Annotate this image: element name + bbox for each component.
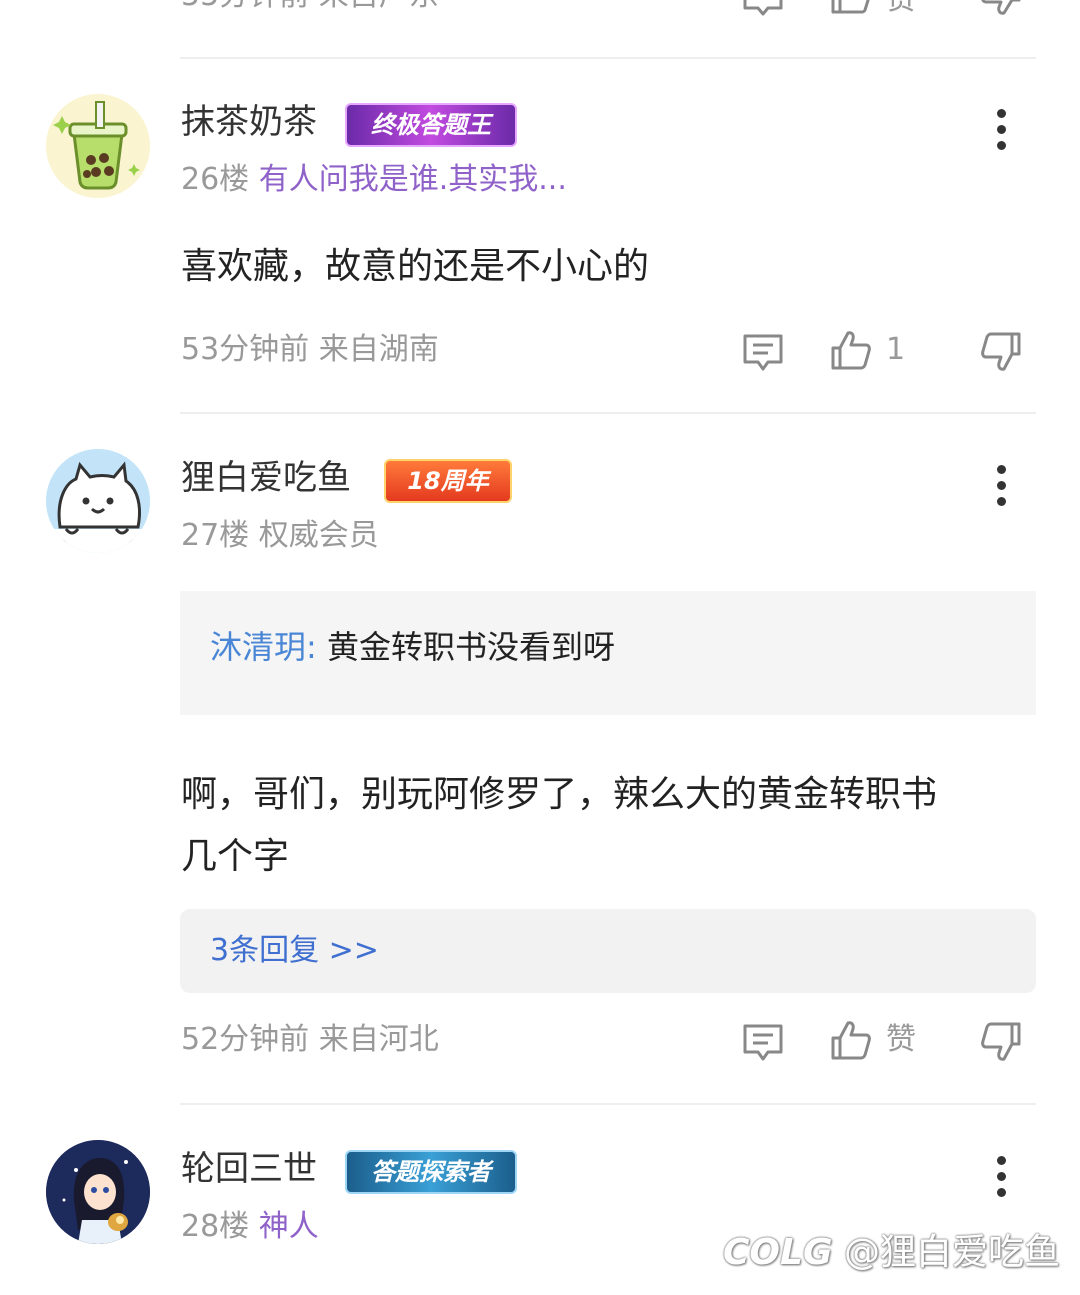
user-badge: 18周年 — [384, 459, 512, 503]
thumbs-down-icon[interactable] — [980, 0, 1022, 16]
divider — [180, 1103, 1036, 1105]
quoted-username[interactable]: 沐清玥: — [210, 628, 317, 666]
thumbs-down-icon[interactable] — [980, 332, 1022, 372]
thumbs-up-icon[interactable] — [830, 0, 872, 14]
post-meta: 53分钟前 来自湖南 — [181, 332, 439, 367]
thumbs-down-icon[interactable] — [980, 1022, 1022, 1062]
comment-icon[interactable] — [742, 1024, 784, 1062]
comment-text: 喜欢藏，故意的还是不小心的 — [181, 246, 650, 287]
username[interactable]: 狸白爱吃鱼 — [181, 458, 351, 498]
anime-girl-icon — [46, 1140, 150, 1244]
user-title: 权威会员 — [258, 518, 379, 553]
comment-icon[interactable] — [742, 334, 784, 372]
avatar[interactable] — [46, 449, 150, 553]
more-options-icon[interactable] — [990, 1156, 1012, 1204]
view-replies-button[interactable]: 3条回复 >> — [180, 909, 1036, 993]
floor-and-title: 27楼 权威会员 — [181, 518, 379, 554]
like-label: 赞 — [886, 1022, 916, 1057]
post-meta-partial: 55分钟前 来自广东 — [181, 0, 439, 14]
comment-icon[interactable] — [742, 0, 784, 16]
floor-number: 27楼 — [181, 518, 250, 553]
comment-text-line-1: 啊，哥们，别玩阿修罗了，辣么大的黄金转职书 — [181, 774, 938, 815]
watermark: COLG @狸白爱吃鱼 — [723, 1223, 1060, 1275]
user-title: 神人 — [258, 1209, 319, 1244]
avatar[interactable] — [46, 94, 150, 198]
more-options-icon[interactable] — [990, 109, 1012, 157]
quoted-comment[interactable]: 沐清玥: 黄金转职书没看到呀 — [180, 591, 1036, 715]
thumbs-up-icon[interactable] — [830, 1020, 872, 1060]
divider — [180, 57, 1036, 59]
floor-number: 26楼 — [181, 162, 250, 197]
floor-and-title: 26楼 有人问我是谁.其实我... — [181, 162, 567, 198]
divider — [180, 412, 1036, 414]
user-title: 有人问我是谁.其实我... — [258, 162, 567, 197]
post-meta: 52分钟前 来自河北 — [181, 1022, 439, 1057]
replies-label: 3条回复 >> — [210, 933, 379, 968]
username[interactable]: 抹茶奶茶 — [181, 102, 317, 142]
like-count: 1 — [886, 332, 906, 367]
user-badge: 答题探索者 — [345, 1150, 517, 1194]
cat-icon — [46, 449, 150, 553]
comment-text-line-2: 几个字 — [181, 836, 290, 877]
avatar[interactable] — [46, 1140, 150, 1244]
watermark-text: @狸白爱吃鱼 — [843, 1232, 1060, 1273]
quoted-text: 黄金转职书没看到呀 — [326, 628, 615, 666]
thumbs-up-icon[interactable] — [830, 330, 872, 370]
more-options-icon[interactable] — [990, 465, 1012, 513]
floor-and-title: 28楼 神人 — [181, 1209, 319, 1245]
username[interactable]: 轮回三世 — [181, 1149, 317, 1189]
user-badge: 终极答题王 — [345, 103, 517, 147]
floor-number: 28楼 — [181, 1209, 250, 1244]
bubble-tea-icon — [46, 94, 150, 198]
like-label-partial: 赞 — [886, 0, 916, 18]
colg-logo: COLG — [723, 1232, 833, 1273]
